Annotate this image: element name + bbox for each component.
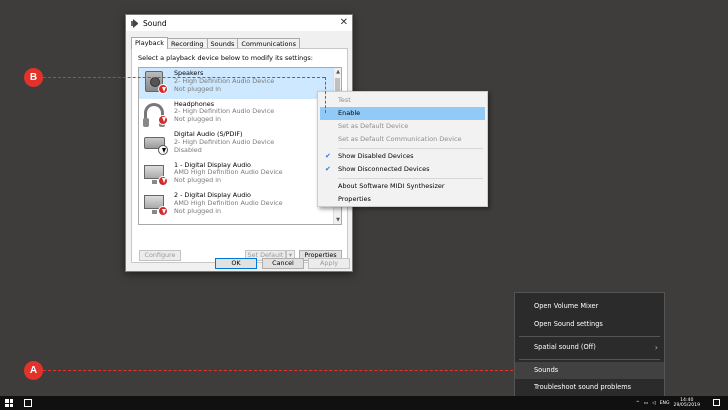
tab-playback[interactable]: Playback [131, 37, 169, 49]
device-digital-audio[interactable]: Digital Audio (S/PDIF) 2- High Definitio… [139, 129, 341, 160]
playback-panel: Select a playback device below to modify… [131, 48, 348, 263]
tab-communications[interactable]: Communications [237, 38, 301, 48]
chevron-up-icon[interactable]: ^ [636, 401, 640, 406]
menu-separator [519, 359, 660, 360]
menu-item-about-midi[interactable]: About Software MIDI Synthesizer [320, 180, 485, 193]
dialog-title: Sound [143, 18, 167, 28]
notification-icon[interactable] [713, 399, 720, 406]
menu-item-label: Show Disabled Devices [338, 152, 414, 160]
device-status: Not plugged in [174, 84, 222, 93]
device-status: Not plugged in [174, 206, 222, 215]
not-plugged-badge-icon [158, 114, 168, 125]
menu-item-show-disconnected[interactable]: ✔ Show Disconnected Devices [320, 163, 485, 176]
instruction-text: Select a playback device below to modify… [138, 54, 313, 62]
tab-sounds[interactable]: Sounds [206, 38, 239, 48]
menu-item-enable[interactable]: Enable [320, 107, 485, 120]
checkmark-icon: ✔ [325, 165, 331, 173]
headphones-icon [143, 101, 168, 127]
scroll-down-icon[interactable]: ▼ [334, 216, 341, 224]
menu-item-set-default-communication[interactable]: Set as Default Communication Device [320, 133, 485, 146]
dialog-titlebar[interactable]: Sound ✕ [126, 15, 352, 31]
menu-item-sounds[interactable]: Sounds [515, 362, 664, 379]
windows-start-icon[interactable] [5, 399, 13, 407]
not-plugged-badge-icon [158, 84, 168, 94]
disabled-badge-icon [158, 145, 168, 155]
callout-a: A [24, 361, 43, 380]
menu-item-label: Properties [338, 195, 371, 203]
menu-item-show-disabled[interactable]: ✔ Show Disabled Devices [320, 150, 485, 163]
digital-audio-icon [143, 131, 168, 155]
taskbar: ^ ▭ ◁ ENG 14:40 29/05/2019 [0, 396, 728, 410]
callout-a-line [43, 370, 513, 371]
not-plugged-badge-icon [158, 175, 168, 186]
menu-item-label: Test [338, 96, 351, 104]
speaker-icon [143, 70, 168, 94]
device-speakers[interactable]: Speakers 2- High Definition Audio Device… [139, 68, 341, 99]
close-icon[interactable]: ✕ [340, 17, 348, 28]
menu-separator [519, 336, 660, 337]
system-tray: ^ ▭ ◁ ENG 14:40 29/05/2019 [632, 396, 700, 410]
ok-button[interactable]: OK [215, 258, 257, 269]
menu-separator [338, 178, 483, 179]
checkmark-icon: ✔ [325, 152, 331, 160]
scroll-up-icon[interactable]: ▲ [334, 68, 341, 76]
menu-item-label: About Software MIDI Synthesizer [338, 182, 445, 190]
menu-item-volume-mixer[interactable]: Open Volume Mixer [515, 298, 664, 315]
menu-item-label: Set as Default Communication Device [338, 135, 462, 143]
menu-item-label: Show Disconnected Devices [338, 165, 430, 173]
volume-icon[interactable]: ◁ [652, 401, 656, 406]
monitor-icon [143, 192, 168, 216]
configure-button[interactable]: Configure [139, 250, 181, 261]
device-status: Disabled [174, 145, 202, 154]
taskbar-sound-menu: Open Volume Mixer Open Sound settings Sp… [514, 292, 665, 401]
menu-item-spatial-sound[interactable]: Spatial sound (Off) › [515, 339, 664, 356]
language-indicator[interactable]: ENG [660, 401, 670, 406]
clock[interactable]: 14:40 29/05/2019 [674, 398, 700, 409]
menu-item-label: Spatial sound (Off) [534, 343, 596, 351]
apply-button[interactable]: Apply [308, 258, 350, 269]
callout-b-line-vertical [325, 77, 326, 113]
device-display-audio-1[interactable]: 1 - Digital Display Audio AMD High Defin… [139, 160, 341, 191]
chevron-right-icon: › [654, 343, 658, 352]
task-view-icon[interactable] [24, 399, 32, 407]
menu-item-set-default[interactable]: Set as Default Device [320, 120, 485, 133]
tab-recording[interactable]: Recording [167, 38, 208, 48]
cancel-button[interactable]: Cancel [262, 258, 304, 269]
device-list: Speakers 2- High Definition Audio Device… [138, 67, 342, 225]
device-headphones[interactable]: Headphones 2- High Definition Audio Devi… [139, 99, 341, 130]
device-display-audio-2[interactable]: 2 - Digital Display Audio AMD High Defin… [139, 190, 341, 221]
not-plugged-badge-icon [158, 206, 168, 216]
menu-item-label: Enable [338, 109, 361, 117]
callout-b-line [43, 77, 325, 78]
menu-separator [338, 148, 483, 149]
menu-item-test[interactable]: Test [320, 94, 485, 107]
menu-item-properties[interactable]: Properties [320, 193, 485, 206]
callout-b: B [24, 68, 43, 87]
device-status: Not plugged in [174, 115, 222, 124]
menu-item-troubleshoot[interactable]: Troubleshoot sound problems [515, 379, 664, 396]
menu-item-sound-settings[interactable]: Open Sound settings [515, 316, 664, 333]
clock-date: 29/05/2019 [673, 403, 700, 408]
speaker-icon [130, 18, 139, 28]
network-icon[interactable]: ▭ [644, 401, 648, 406]
menu-item-label: Set as Default Device [338, 122, 409, 130]
device-context-menu: Test Enable Set as Default Device Set as… [317, 91, 488, 207]
device-status: Not plugged in [174, 176, 222, 185]
tab-strip: Playback Recording Sounds Communications [131, 37, 301, 49]
monitor-icon [143, 162, 168, 186]
